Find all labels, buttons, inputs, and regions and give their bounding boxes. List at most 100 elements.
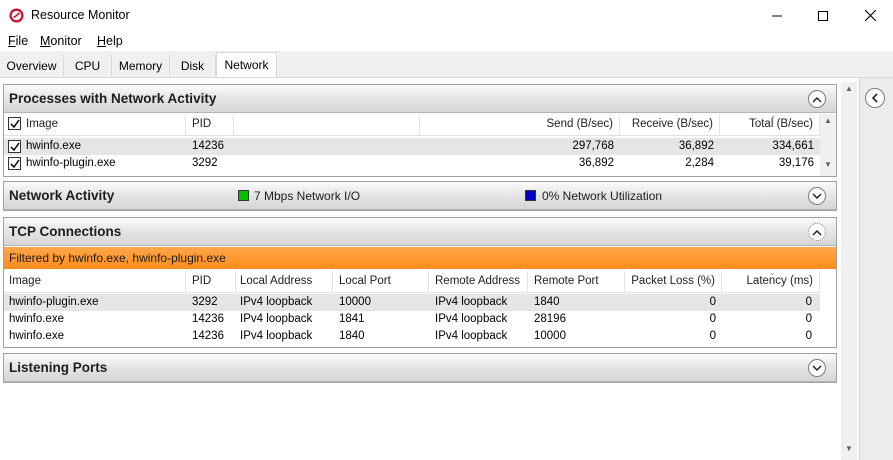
cell-image: hwinfo.exe xyxy=(9,313,64,325)
cell-packet-loss: 0 xyxy=(709,296,716,308)
tab-memory[interactable]: Memory xyxy=(112,55,170,77)
minimize-icon xyxy=(772,15,782,16)
cell-local-address: IPv4 loopback xyxy=(240,330,313,342)
cell-local-port: 1841 xyxy=(339,313,365,325)
network-io-legend-swatch xyxy=(238,190,249,201)
tab-network[interactable]: Network xyxy=(216,52,277,78)
tab-disk[interactable]: Disk xyxy=(170,55,216,77)
col-image[interactable]: Image xyxy=(4,114,186,136)
scroll-up-icon[interactable]: ▲ xyxy=(841,84,857,98)
scroll-up-icon[interactable]: ▲ xyxy=(820,116,836,130)
col-remote-port[interactable]: Remote Port xyxy=(528,271,625,293)
cell-image: hwinfo-plugin.exe xyxy=(26,157,116,169)
processes-collapse-button[interactable] xyxy=(808,90,826,108)
processes-section: Processes with Network Activity Image PI… xyxy=(3,84,837,177)
show-graphs-button[interactable] xyxy=(865,88,885,108)
tcp-header-row: Image PID Local Address Local Port Remot… xyxy=(4,268,820,293)
chevron-up-icon xyxy=(812,96,822,103)
cell-send: 36,892 xyxy=(578,157,614,169)
cell-remote-address: IPv4 loopback xyxy=(435,296,508,308)
processes-header[interactable]: Processes with Network Activity xyxy=(4,85,836,113)
col-image[interactable]: Image xyxy=(4,271,186,293)
cell-image: hwinfo-plugin.exe xyxy=(9,296,99,308)
table-row[interactable]: hwinfo.exe 14236 297,768 36,892 334,661 xyxy=(4,138,820,155)
col-receive[interactable]: Receive (B/sec) xyxy=(620,114,720,136)
scroll-down-icon[interactable]: ▼ xyxy=(841,444,857,458)
main-scrollbar[interactable]: ▲ ▼ xyxy=(841,82,857,460)
sort-descending-icon: ⌄ xyxy=(770,111,777,120)
cell-remote-port: 28196 xyxy=(534,313,566,325)
tab-strip: Overview CPU Memory Disk Network xyxy=(0,51,893,78)
cell-packet-loss: 0 xyxy=(709,330,716,342)
menu-help[interactable]: Help xyxy=(97,34,123,48)
network-activity-title: Network Activity xyxy=(9,188,115,203)
listening-ports-expand-button[interactable] xyxy=(808,359,826,377)
scroll-down-icon[interactable]: ▼ xyxy=(820,160,836,174)
maximize-icon xyxy=(818,10,828,21)
tcp-header[interactable]: TCP Connections xyxy=(4,218,836,246)
tcp-collapse-button[interactable] xyxy=(808,223,826,241)
col-remote-address[interactable]: Remote Address xyxy=(429,271,528,293)
processes-scrollbar[interactable]: ▲ ▼ xyxy=(820,114,836,176)
cell-packet-loss: 0 xyxy=(709,313,716,325)
col-pid[interactable]: PID xyxy=(186,271,236,293)
col-local-port[interactable]: Local Port xyxy=(333,271,429,293)
col-total[interactable]: ⌄ Total (B/sec) xyxy=(720,111,820,136)
chevron-left-icon xyxy=(871,93,878,103)
close-icon xyxy=(864,10,876,21)
listening-ports-title: Listening Ports xyxy=(9,360,108,375)
tcp-filter-text: Filtered by hwinfo.exe, hwinfo-plugin.ex… xyxy=(9,251,226,265)
listening-ports-header[interactable]: Listening Ports xyxy=(4,354,836,382)
listening-ports-section: Listening Ports xyxy=(3,353,837,383)
checkmark-icon xyxy=(10,159,20,169)
network-activity-expand-button[interactable] xyxy=(808,187,826,205)
chevron-down-icon xyxy=(812,364,822,371)
cell-pid: 3292 xyxy=(192,157,218,169)
resource-monitor-icon xyxy=(9,8,24,23)
table-row[interactable]: hwinfo-plugin.exe 3292 IPv4 loopback 100… xyxy=(4,294,820,311)
tab-overview[interactable]: Overview xyxy=(0,55,64,77)
network-utilization-legend-swatch xyxy=(525,190,536,201)
cell-send: 297,768 xyxy=(572,140,614,152)
tcp-filter-bar: Filtered by hwinfo.exe, hwinfo-plugin.ex… xyxy=(4,247,836,269)
cell-local-port: 10000 xyxy=(339,296,371,308)
cell-remote-address: IPv4 loopback xyxy=(435,330,508,342)
cell-total: 39,176 xyxy=(778,157,814,169)
table-row[interactable]: hwinfo.exe 14236 IPv4 loopback 1840 IPv4… xyxy=(4,328,820,345)
checkmark-icon xyxy=(10,119,20,129)
menu-monitor[interactable]: Monitor xyxy=(40,34,82,48)
cell-image: hwinfo.exe xyxy=(26,140,81,152)
table-row[interactable]: hwinfo.exe 14236 IPv4 loopback 1841 IPv4… xyxy=(4,311,820,328)
chevron-down-icon xyxy=(812,192,822,199)
cell-latency: 0 xyxy=(805,313,812,325)
select-all-checkbox[interactable] xyxy=(8,117,21,130)
tcp-title: TCP Connections xyxy=(9,224,122,239)
maximize-button[interactable] xyxy=(800,0,846,31)
network-activity-header[interactable]: Network Activity 7 Mbps Network I/O 0% N… xyxy=(4,182,836,210)
cell-pid: 14236 xyxy=(192,140,224,152)
row-checkbox[interactable] xyxy=(8,140,21,153)
cell-pid: 3292 xyxy=(192,296,218,308)
cell-latency: 0 xyxy=(805,330,812,342)
title-bar: Resource Monitor xyxy=(0,0,893,31)
cell-remote-port: 10000 xyxy=(534,330,566,342)
graph-pane xyxy=(859,78,893,460)
cell-local-port: 1840 xyxy=(339,330,365,342)
tab-cpu[interactable]: CPU xyxy=(64,55,112,77)
col-send[interactable]: Send (B/sec) xyxy=(420,114,620,136)
processes-title: Processes with Network Activity xyxy=(9,91,217,106)
col-local-address[interactable]: Local Address xyxy=(236,271,333,293)
table-row[interactable]: hwinfo-plugin.exe 3292 36,892 2,284 39,1… xyxy=(4,155,820,172)
minimize-button[interactable] xyxy=(754,0,800,31)
col-latency[interactable]: ⌄ Latency (ms) xyxy=(722,268,820,293)
col-pid[interactable]: PID xyxy=(186,114,234,136)
menu-file[interactable]: File xyxy=(8,34,28,48)
col-spacer xyxy=(234,114,420,136)
col-packet-loss[interactable]: Packet Loss (%) xyxy=(625,271,722,293)
network-utilization-label: 0% Network Utilization xyxy=(542,189,663,203)
cell-pid: 14236 xyxy=(192,330,224,342)
close-button[interactable] xyxy=(847,0,893,31)
row-checkbox[interactable] xyxy=(8,157,21,170)
tcp-grid: Image PID Local Address Local Port Remot… xyxy=(4,268,820,347)
processes-grid: Image PID Send (B/sec) Receive (B/sec) ⌄… xyxy=(4,111,820,176)
